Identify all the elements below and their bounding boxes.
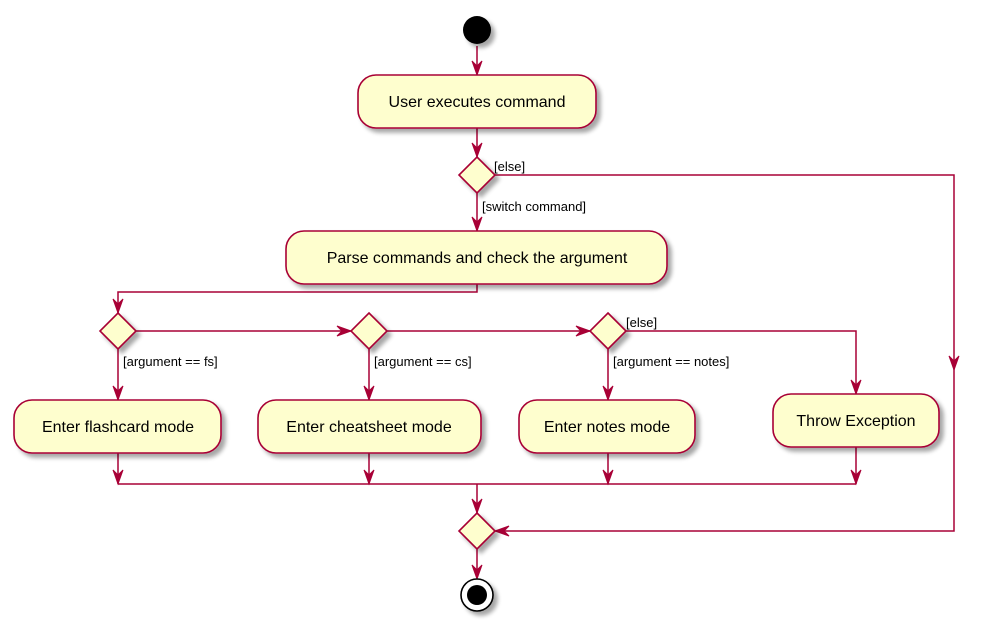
guard-switch-command: [switch command]	[482, 199, 586, 214]
start-node	[463, 16, 491, 44]
node-parse: Parse commands and check the argument	[285, 230, 668, 285]
node-cheatsheet-label: Enter cheatsheet mode	[286, 419, 452, 436]
guard-inner-else: [else]	[626, 315, 657, 330]
edge-parse-to-fs-decision	[117, 284, 478, 313]
decision-cs	[349, 311, 389, 351]
decision-fs	[98, 311, 138, 351]
end-node	[460, 578, 494, 612]
node-cheatsheet: Enter cheatsheet mode	[257, 399, 482, 454]
guard-fs: [argument == fs]	[123, 354, 218, 369]
node-parse-label: Parse commands and check the argument	[327, 250, 628, 267]
guard-notes: [argument == notes]	[613, 354, 729, 369]
activity-diagram: User executes command [else] [switch com…	[13, 16, 960, 612]
guard-cs: [argument == cs]	[374, 354, 472, 369]
guard-top-else: [else]	[494, 159, 525, 174]
arrowheads	[112, 60, 960, 581]
node-exception: Throw Exception	[772, 393, 940, 448]
decision-switch	[457, 155, 497, 195]
merge-node	[457, 511, 497, 551]
node-user-executes-label: User executes command	[389, 94, 566, 111]
node-exception-label: Throw Exception	[796, 413, 915, 430]
node-flashcard-label: Enter flashcard mode	[42, 419, 194, 436]
node-user-executes: User executes command	[357, 74, 597, 129]
node-notes-label: Enter notes mode	[544, 419, 670, 436]
decision-notes	[588, 311, 628, 351]
node-flashcard: Enter flashcard mode	[13, 399, 222, 454]
node-notes: Enter notes mode	[518, 399, 696, 454]
edge-else-to-merge	[495, 174, 955, 532]
